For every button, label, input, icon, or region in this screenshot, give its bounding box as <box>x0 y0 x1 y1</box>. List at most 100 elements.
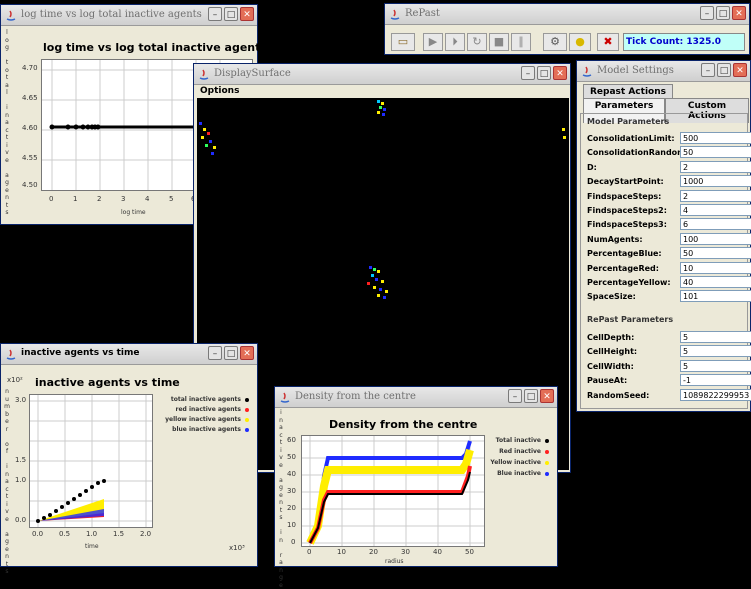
param-input[interactable]: 1089822299953 <box>680 389 751 401</box>
maximize-icon[interactable]: □ <box>524 389 538 403</box>
repast-parameters-heading: RePast Parameters <box>587 315 673 324</box>
close-icon[interactable]: ✕ <box>732 6 746 20</box>
close-icon[interactable]: ✕ <box>240 346 254 360</box>
param-input[interactable]: 2 <box>680 161 751 173</box>
y-tick: 30 <box>287 487 296 495</box>
param-input[interactable]: 2 <box>680 190 751 202</box>
x-tick: 50 <box>465 548 474 556</box>
minimize-icon[interactable]: – <box>208 346 222 360</box>
y-tick: 4.60 <box>22 124 38 132</box>
y-axis-label-char: s <box>278 514 284 522</box>
minimize-icon[interactable]: – <box>700 6 714 20</box>
total-series-line <box>310 472 470 543</box>
legend-swatch <box>545 461 549 465</box>
plot-area <box>301 435 485 547</box>
x-tick: 1 <box>73 195 77 203</box>
y-axis-label-char: n <box>278 499 284 507</box>
y-axis-label-char: s <box>4 568 10 576</box>
maximize-icon[interactable]: □ <box>224 346 238 360</box>
param-label: CellWidth: <box>587 362 634 371</box>
param-label: ConsolidationRandom: <box>587 148 689 157</box>
minimize-icon[interactable]: – <box>508 389 522 403</box>
y-axis-label-chars: number of inactive agents <box>4 388 10 576</box>
model-parameters-heading: Model Parameters <box>587 117 669 126</box>
maximize-icon[interactable]: □ <box>717 63 731 77</box>
param-input[interactable]: 6 <box>680 218 751 230</box>
y-tick: 0.0 <box>15 516 26 524</box>
param-input[interactable]: 40 <box>680 276 751 288</box>
param-input[interactable]: 4 <box>680 204 751 216</box>
y-axis-label-char: n <box>4 553 10 561</box>
load-icon[interactable]: ▭ <box>391 33 415 51</box>
close-icon[interactable]: ✕ <box>553 66 567 80</box>
y-axis-label-char: n <box>4 112 10 120</box>
restart-icon[interactable]: ↻ <box>467 33 487 51</box>
minimize-icon[interactable]: – <box>521 66 535 80</box>
title-bar[interactable]: DisplaySurface –□✕ <box>194 64 570 85</box>
y-axis-label-char: i <box>4 463 10 471</box>
bulb-icon[interactable]: ● <box>569 33 591 51</box>
close-icon[interactable]: ✕ <box>733 63 747 77</box>
y-axis-label-char: a <box>4 172 10 180</box>
param-input[interactable]: 100 <box>680 233 751 245</box>
y-axis-label-char: a <box>4 82 10 90</box>
param-input[interactable]: -1 <box>680 374 751 386</box>
title-bar[interactable]: Density from the centre –□✕ <box>275 387 557 408</box>
param-input[interactable]: 5 <box>680 331 751 343</box>
cancel-icon[interactable]: ✖ <box>597 33 619 51</box>
title-bar[interactable]: inactive agents vs time –□✕ <box>1 344 257 365</box>
legend-swatch <box>545 439 549 443</box>
param-label: CellDepth: <box>587 333 634 342</box>
menu-options[interactable]: Options <box>200 86 239 96</box>
param-input[interactable]: 101 <box>680 290 751 302</box>
y-axis-label-char: v <box>4 149 10 157</box>
y-axis-label-char: r <box>278 552 284 560</box>
y-axis-label-char: c <box>4 127 10 135</box>
param-input[interactable]: 10 <box>680 262 751 274</box>
maximize-icon[interactable]: □ <box>537 66 551 80</box>
y-axis-label-char: v <box>4 508 10 516</box>
stop-icon[interactable]: ■ <box>489 33 509 51</box>
y-axis-label-char: t <box>4 59 10 67</box>
x-axis-label: radius <box>385 558 404 565</box>
y-axis-label-char: s <box>4 209 10 217</box>
legend-item: Total inactive <box>496 437 549 444</box>
y-axis-label-char: r <box>4 426 10 434</box>
param-input[interactable]: 5 <box>680 345 751 357</box>
tab-repast-actions[interactable]: Repast Actions <box>583 84 673 99</box>
minimize-icon[interactable]: – <box>701 63 715 77</box>
y-axis-label-char: g <box>278 574 284 582</box>
title-bar[interactable]: RePast –□✕ <box>385 4 749 25</box>
param-input[interactable]: 50 <box>680 146 751 158</box>
maximize-icon[interactable]: □ <box>716 6 730 20</box>
param-input[interactable]: 5 <box>680 360 751 372</box>
agent-cluster-top <box>377 100 386 116</box>
close-icon[interactable]: ✕ <box>540 389 554 403</box>
title-bar[interactable]: log time vs log total inactive agents –□… <box>1 5 257 26</box>
play-icon[interactable]: ▶ <box>423 33 443 51</box>
legend-item: Yellow inactive <box>490 459 549 466</box>
red-series-line <box>310 466 470 543</box>
maximize-icon[interactable]: □ <box>224 7 238 21</box>
minimize-icon[interactable]: – <box>208 7 222 21</box>
step-icon[interactable]: ⏵ <box>445 33 465 51</box>
pause-icon[interactable]: ∥ <box>511 33 531 51</box>
x-tick: 2.0 <box>140 530 151 538</box>
legend-swatch <box>545 450 549 454</box>
param-input[interactable]: 50 <box>680 247 751 259</box>
y-axis-label-char: o <box>4 441 10 449</box>
settings-icon[interactable]: ⚙ <box>543 33 567 51</box>
title-bar[interactable]: Model Settings –□✕ <box>577 61 750 82</box>
y-axis-label-char: e <box>4 516 10 524</box>
param-input[interactable]: 1000 <box>680 175 751 187</box>
window-title: Density from the centre <box>295 391 416 402</box>
param-input[interactable]: 500 <box>680 132 751 144</box>
close-icon[interactable]: ✕ <box>240 7 254 21</box>
y-axis-label-char: n <box>278 417 284 425</box>
parameters-panel: Model Parameters ConsolidationLimit:500C… <box>580 113 748 409</box>
legend-label: red inactive agents <box>176 406 241 413</box>
y-tick: 20 <box>287 504 296 512</box>
param-row: DecayStartPoint:1000 <box>587 175 751 188</box>
y-axis-label-char: a <box>278 477 284 485</box>
y-tick: 4.50 <box>22 181 38 189</box>
